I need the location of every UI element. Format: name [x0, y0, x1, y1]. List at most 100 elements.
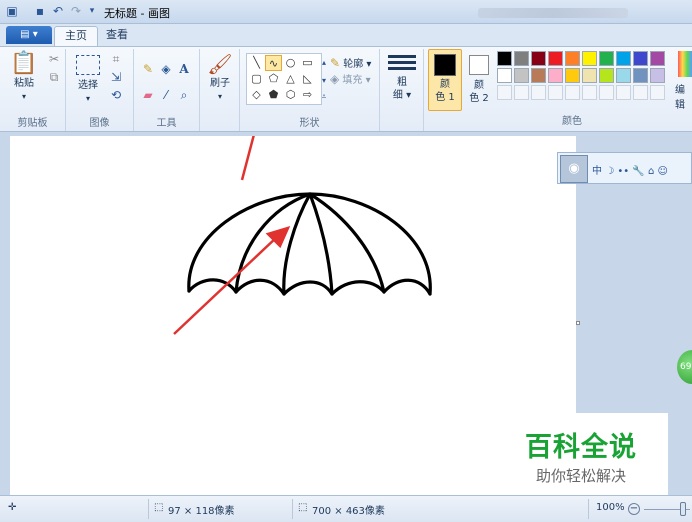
zoom-out-icon[interactable]: − — [628, 503, 640, 515]
color-swatch[interactable] — [565, 51, 580, 66]
chevron-down-icon: ▾ — [21, 92, 26, 101]
color-swatch[interactable] — [548, 68, 563, 83]
triangle-shape-icon[interactable]: △ — [282, 71, 299, 87]
resize-icon[interactable]: ⇲ — [108, 69, 124, 85]
color-swatch[interactable] — [582, 51, 597, 66]
color-swatch[interactable] — [616, 51, 631, 66]
line-shape-icon[interactable]: ╲ — [248, 55, 265, 71]
baike-watermark: 百科全说 助你轻松解决 — [494, 413, 668, 495]
color-swatch[interactable] — [650, 51, 665, 66]
eraser-icon[interactable]: ▰ — [140, 87, 156, 103]
tab-home[interactable]: 主页 — [54, 26, 98, 46]
text-tool-icon[interactable]: A — [176, 61, 192, 77]
custom-color-slot[interactable] — [565, 85, 580, 100]
drawing-canvas[interactable] — [10, 65, 576, 495]
qq-moon-icon[interactable]: ☽ — [605, 166, 614, 177]
customize-dropdown-icon[interactable]: ▾ — [84, 3, 100, 19]
group-shapes: ╲ ∿ ○ ▭ ▢ ⬠ △ ◺ ◇ ⬟ ⬡ ⇨ ▴ ▾ ⩡ ✎ 轮廓 ▾ ◈ 填… — [240, 49, 380, 131]
magnifier-icon[interactable]: ⌕ — [176, 87, 192, 103]
custom-color-slot[interactable] — [599, 85, 614, 100]
curve-shape-icon[interactable]: ∿ — [265, 55, 282, 71]
crop-icon[interactable]: ⌗ — [108, 51, 124, 67]
qq-lang-icon[interactable]: 中 — [592, 166, 602, 177]
tab-view[interactable]: 查看 — [96, 26, 138, 46]
color-swatch[interactable] — [497, 68, 512, 83]
size-button[interactable]: 粗 细 ▾ — [386, 53, 418, 102]
pencil-icon[interactable]: ✎ — [140, 61, 156, 77]
undo-icon[interactable]: ↶ — [50, 3, 66, 19]
pentagon-shape-icon[interactable]: ⬟ — [265, 87, 282, 103]
image-group-title: 图像 — [89, 118, 110, 129]
size-label-1: 粗 — [397, 77, 407, 88]
size-line-icon — [388, 61, 416, 64]
gallery-expand-icon[interactable]: ⩡ — [316, 89, 332, 105]
cut-icon[interactable]: ✂ — [46, 51, 62, 67]
copy-icon[interactable]: ⧉ — [46, 69, 62, 85]
qq-smile-icon[interactable]: ☺ — [658, 166, 668, 177]
color-swatch[interactable] — [531, 51, 546, 66]
fill-label: 填充 — [342, 75, 363, 86]
canvas-size: 700 × 463像素 — [312, 506, 385, 517]
color-swatch[interactable] — [582, 68, 597, 83]
fill-button[interactable]: ◈ 填充 ▾ — [330, 71, 371, 87]
qq-penguin-icon[interactable]: ◉ — [560, 155, 588, 183]
rotate-icon[interactable]: ⟲ — [108, 87, 124, 103]
custom-color-slot[interactable] — [548, 85, 563, 100]
color2-swatch — [469, 55, 489, 75]
window-title: 无标题 - 画图 — [104, 7, 170, 20]
fill-bucket-icon[interactable]: ◈ — [158, 61, 174, 77]
shapes-gallery: ╲ ∿ ○ ▭ ▢ ⬠ △ ◺ ◇ ⬟ ⬡ ⇨ — [246, 53, 322, 105]
color-swatch[interactable] — [548, 51, 563, 66]
save-icon[interactable]: ▪ — [32, 3, 48, 19]
color2-button[interactable]: 颜 色 2 — [464, 49, 494, 105]
canvas-resize-handle[interactable] — [576, 321, 580, 325]
color-swatch[interactable] — [599, 68, 614, 83]
color-swatch[interactable] — [497, 51, 512, 66]
zoom-slider-thumb[interactable] — [680, 502, 686, 516]
custom-color-slot[interactable] — [531, 85, 546, 100]
paste-button[interactable]: 📋 粘贴 ▾ — [8, 51, 40, 103]
color-swatch[interactable] — [650, 68, 665, 83]
hexagon-shape-icon[interactable]: ⬡ — [282, 87, 299, 103]
custom-color-slot[interactable] — [633, 85, 648, 100]
size-label-2: 细 — [392, 90, 403, 101]
color-swatch[interactable] — [599, 51, 614, 66]
color-swatch[interactable] — [531, 68, 546, 83]
color-swatch[interactable] — [514, 51, 529, 66]
color-swatch[interactable] — [514, 68, 529, 83]
diamond-shape-icon[interactable]: ◇ — [248, 87, 265, 103]
arrow-shape-icon[interactable]: ⇨ — [299, 87, 316, 103]
group-size: 粗 细 ▾ — [380, 49, 424, 131]
redo-icon[interactable]: ↷ — [68, 3, 84, 19]
polygon-shape-icon[interactable]: ⬠ — [265, 71, 282, 87]
rounded-rect-shape-icon[interactable]: ▢ — [248, 71, 265, 87]
qq-home-icon[interactable]: ⌂ — [648, 166, 654, 177]
color-swatch[interactable] — [633, 68, 648, 83]
edit-colors-label[interactable]: 编辑 — [675, 81, 692, 111]
fill-bucket-icon: ◈ — [330, 72, 340, 86]
right-triangle-shape-icon[interactable]: ◺ — [299, 71, 316, 87]
edit-colors-icon[interactable] — [678, 51, 692, 77]
paint-app-icon[interactable]: ▣ — [4, 3, 20, 19]
select-button[interactable]: 选择 ▾ — [72, 51, 104, 105]
color-picker-icon[interactable]: ⁄ — [158, 87, 174, 103]
color-swatch[interactable] — [565, 68, 580, 83]
qq-wrench-icon[interactable]: 🔧 — [632, 166, 644, 177]
outline-button[interactable]: ✎ 轮廓 ▾ — [330, 55, 371, 71]
custom-color-slot[interactable] — [650, 85, 665, 100]
oval-shape-icon[interactable]: ○ — [282, 55, 299, 71]
rectangle-shape-icon[interactable]: ▭ — [299, 55, 316, 71]
canvas-workspace: ◉ 中 ☽ •• 🔧 ⌂ ☺ 69 百科全说 助你轻松解决 — [0, 65, 692, 495]
color-swatch[interactable] — [633, 51, 648, 66]
qq-dots-icon[interactable]: •• — [617, 166, 629, 177]
custom-color-slot[interactable] — [514, 85, 529, 100]
watermark-subtitle: 助你轻松解决 — [535, 467, 626, 485]
color-swatch[interactable] — [616, 68, 631, 83]
custom-color-slot[interactable] — [582, 85, 597, 100]
color1-button[interactable]: 颜 色 1 — [428, 49, 462, 111]
custom-color-slot[interactable] — [497, 85, 512, 100]
brushes-button[interactable]: 🖌 刷子 ▾ — [204, 51, 236, 103]
side-badge[interactable]: 69 — [677, 350, 692, 384]
app-menu-button[interactable]: ▤ ▾ — [6, 26, 52, 44]
custom-color-slot[interactable] — [616, 85, 631, 100]
